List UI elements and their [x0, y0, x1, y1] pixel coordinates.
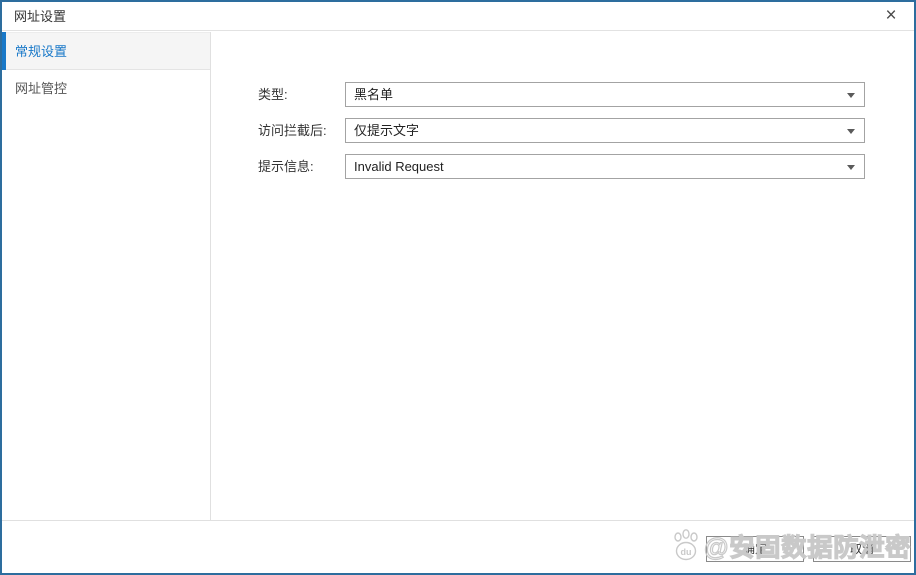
- ok-button[interactable]: 确定: [706, 536, 804, 562]
- prompt-message-label: 提示信息:: [258, 154, 344, 179]
- block-action-select[interactable]: 仅提示文字: [345, 118, 865, 143]
- settings-panel: 类型: 黑名单 访问拦截后: 仅提示文字 提示信息: Invalid Reque…: [212, 32, 914, 520]
- cancel-button[interactable]: 取消: [813, 536, 911, 562]
- type-select[interactable]: 黑名单: [345, 82, 865, 107]
- form-row-block-action: 访问拦截后: 仅提示文字: [258, 118, 865, 143]
- chevron-down-icon: [847, 165, 855, 170]
- form-row-type: 类型: 黑名单: [258, 82, 865, 107]
- chevron-down-icon: [847, 93, 855, 98]
- sidebar-item-label: 常规设置: [15, 44, 67, 59]
- sidebar-item-url-control[interactable]: 网址管控: [2, 70, 210, 108]
- settings-sidebar: 常规设置 网址管控: [2, 32, 211, 520]
- close-icon[interactable]: ×: [878, 2, 904, 31]
- dialog-footer: 确定 取消: [2, 520, 914, 573]
- type-label: 类型:: [258, 82, 344, 107]
- block-action-label: 访问拦截后:: [258, 118, 344, 143]
- prompt-message-select[interactable]: Invalid Request: [345, 154, 865, 179]
- block-action-select-value: 仅提示文字: [354, 119, 836, 142]
- url-settings-dialog: 网址设置 × 常规设置 网址管控 类型: 黑名单 访问拦截后: 仅提示文字: [0, 0, 916, 575]
- title-bar: 网址设置 ×: [2, 2, 914, 31]
- type-select-value: 黑名单: [354, 83, 836, 106]
- sidebar-item-label: 网址管控: [15, 81, 67, 96]
- sidebar-item-general-settings[interactable]: 常规设置: [2, 32, 210, 70]
- chevron-down-icon: [847, 129, 855, 134]
- prompt-message-select-value: Invalid Request: [354, 155, 836, 178]
- form-row-prompt-message: 提示信息: Invalid Request: [258, 154, 865, 179]
- dialog-title: 网址设置: [14, 2, 66, 31]
